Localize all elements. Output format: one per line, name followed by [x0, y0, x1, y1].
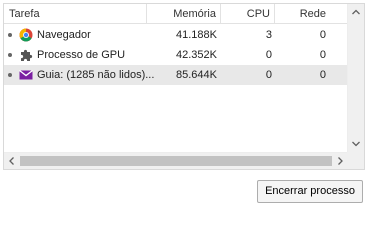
cpu-value: 3	[265, 29, 272, 41]
scrollbar-corner	[347, 152, 364, 169]
horizontal-scrollbar[interactable]	[4, 152, 348, 169]
process-list: Navegador 41.188K 3 0 Processo de GPU 42…	[4, 25, 348, 85]
puzzle-piece-icon	[19, 48, 33, 62]
scroll-left-arrow-icon[interactable]	[4, 153, 20, 169]
row-bullet	[8, 33, 12, 37]
row-bullet	[8, 53, 12, 57]
column-header-memory[interactable]: Memória	[147, 4, 221, 24]
column-header-task[interactable]: Tarefa	[4, 4, 147, 24]
table-header: Tarefa Memória CPU Rede	[4, 4, 348, 24]
cpu-value: 0	[265, 69, 272, 81]
memory-value: 41.188K	[176, 29, 217, 41]
task-name: Guia: (1285 não lidos)...	[37, 69, 155, 81]
scroll-down-arrow-icon[interactable]	[348, 136, 364, 152]
network-value: 0	[319, 69, 326, 81]
task-manager-table: Tarefa Memória CPU Rede Navegador 41.188…	[3, 3, 365, 170]
table-row[interactable]: Processo de GPU 42.352K 0 0	[4, 45, 348, 65]
vertical-scrollbar[interactable]	[347, 4, 364, 152]
end-process-button[interactable]: Encerrar processo	[257, 180, 363, 203]
vertical-scroll-track[interactable]	[348, 20, 364, 136]
cpu-value: 0	[265, 49, 272, 61]
column-header-network[interactable]: Rede	[275, 4, 330, 24]
column-header-cpu[interactable]: CPU	[221, 4, 275, 24]
scroll-up-arrow-icon[interactable]	[348, 4, 364, 20]
table-row[interactable]: Guia: (1285 não lidos)... 85.644K 0 0	[4, 65, 348, 85]
memory-value: 85.644K	[176, 69, 217, 81]
horizontal-scroll-thumb[interactable]	[20, 156, 332, 166]
chrome-browser-icon	[19, 28, 33, 42]
network-value: 0	[319, 49, 326, 61]
network-value: 0	[319, 29, 326, 41]
task-name: Processo de GPU	[37, 49, 126, 61]
table-row[interactable]: Navegador 41.188K 3 0	[4, 25, 348, 45]
task-name: Navegador	[37, 29, 91, 41]
mail-envelope-icon	[19, 68, 33, 82]
scroll-right-arrow-icon[interactable]	[332, 153, 348, 169]
row-bullet	[8, 73, 12, 77]
memory-value: 42.352K	[176, 49, 217, 61]
